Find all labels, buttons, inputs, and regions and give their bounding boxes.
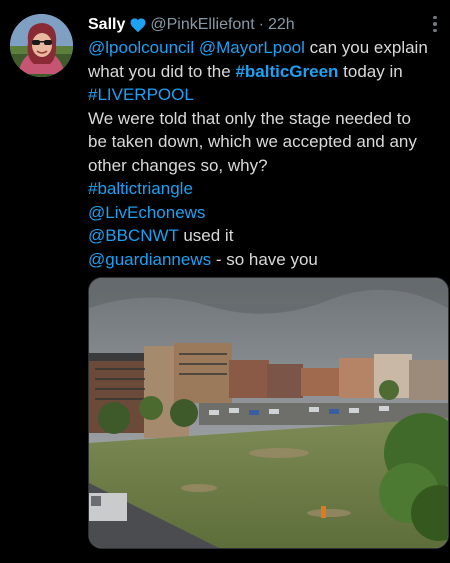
photo-baltic-green [89, 278, 448, 548]
verified-badge-icon [130, 18, 146, 33]
tweet-line: @guardiannews - so have you [88, 248, 443, 272]
tweet-line: We were told that only the stage needed … [88, 108, 411, 128]
tweet-line: @lpoolcouncil @MayorLpool can you explai… [88, 36, 443, 60]
tweet-text-segment: - so have you [211, 249, 318, 269]
display-name[interactable]: Sally [88, 16, 125, 34]
tweet-line: #LIVERPOOL [88, 83, 443, 107]
hashtag-link[interactable]: #balticGreen [235, 62, 338, 81]
mention-link[interactable]: @lpoolcouncil [88, 38, 194, 57]
timestamp[interactable]: 22h [268, 16, 295, 34]
more-options-icon[interactable] [428, 13, 442, 35]
tweet-line: #baltictriangle [88, 177, 443, 201]
tweet-line: other changes so, why? [88, 155, 268, 175]
mention-link[interactable]: @guardiannews [88, 250, 211, 269]
tweet-text-segment: can you explain [304, 38, 428, 57]
tweet-text-segment: what you did to the [88, 61, 236, 81]
mention-link[interactable]: @MayorLpool [199, 38, 305, 57]
separator-dot: · [258, 16, 264, 33]
avatar[interactable] [10, 14, 73, 77]
hashtag-link[interactable]: #LIVERPOOL [88, 85, 194, 104]
tweet-text: @lpoolcouncil @MayorLpool can you explai… [88, 36, 443, 271]
mention-link[interactable]: @BBCNWT [88, 226, 179, 245]
tweet-text-segment: used it [178, 226, 234, 245]
tweet-line: @BBCNWT used it [88, 224, 443, 248]
user-handle[interactable]: @PinkElliefont [150, 16, 254, 34]
tweet-line: what you did to the #balticGreen today i… [88, 60, 443, 84]
tweet-photo[interactable] [88, 277, 449, 549]
tweet-line: @LivEchonews [88, 201, 443, 225]
avatar-image [10, 14, 73, 77]
hashtag-link[interactable]: #baltictriangle [88, 179, 193, 198]
tweet-line: be taken down, which we accepted and any [88, 132, 417, 151]
tweet-header: Sally @PinkElliefont · 22h [88, 14, 420, 36]
mention-link[interactable]: @LivEchonews [88, 203, 205, 222]
tweet-text-segment: today in [338, 61, 403, 81]
